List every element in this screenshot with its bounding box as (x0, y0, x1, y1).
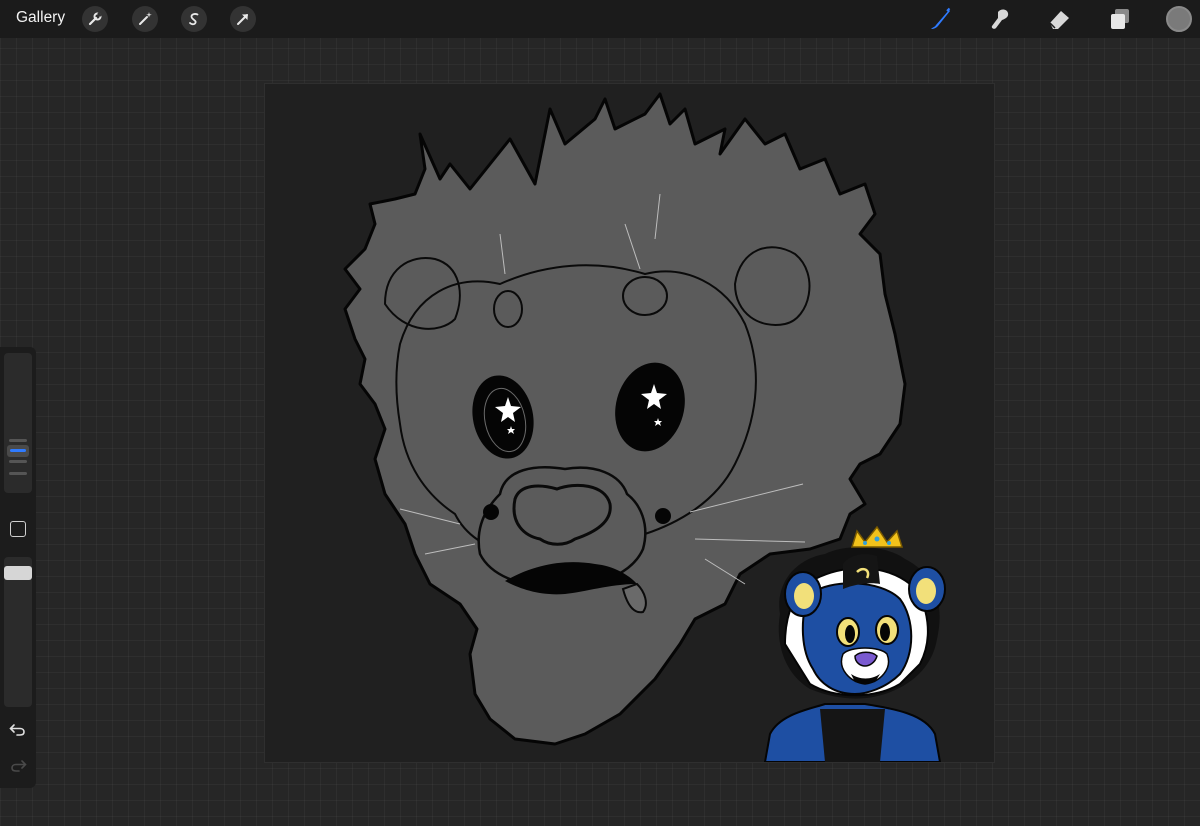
drawing-canvas[interactable] (265, 84, 994, 762)
artwork (343, 92, 946, 762)
wrench-icon[interactable] (82, 6, 108, 32)
brush-size-handle[interactable] (7, 445, 29, 457)
top-toolbar: Gallery (0, 0, 1200, 38)
eraser-icon[interactable] (1046, 5, 1074, 33)
left-sidebar (0, 347, 36, 788)
transform-arrow-icon[interactable] (230, 6, 256, 32)
layers-icon[interactable] (1106, 5, 1134, 33)
selection-s-icon[interactable] (181, 6, 207, 32)
magic-wand-icon[interactable] (132, 6, 158, 32)
modify-square-button[interactable] (10, 521, 26, 537)
smudge-icon[interactable] (986, 5, 1014, 33)
redo-icon[interactable] (9, 757, 27, 778)
undo-icon[interactable] (9, 721, 27, 742)
gallery-button[interactable]: Gallery (16, 9, 65, 27)
opacity-slider[interactable] (4, 557, 32, 707)
opacity-handle[interactable] (4, 566, 32, 580)
color-picker-swatch[interactable] (1166, 6, 1192, 32)
character-sticker (763, 525, 946, 762)
brush-size-slider[interactable] (4, 353, 32, 493)
brush-icon[interactable] (926, 5, 954, 33)
